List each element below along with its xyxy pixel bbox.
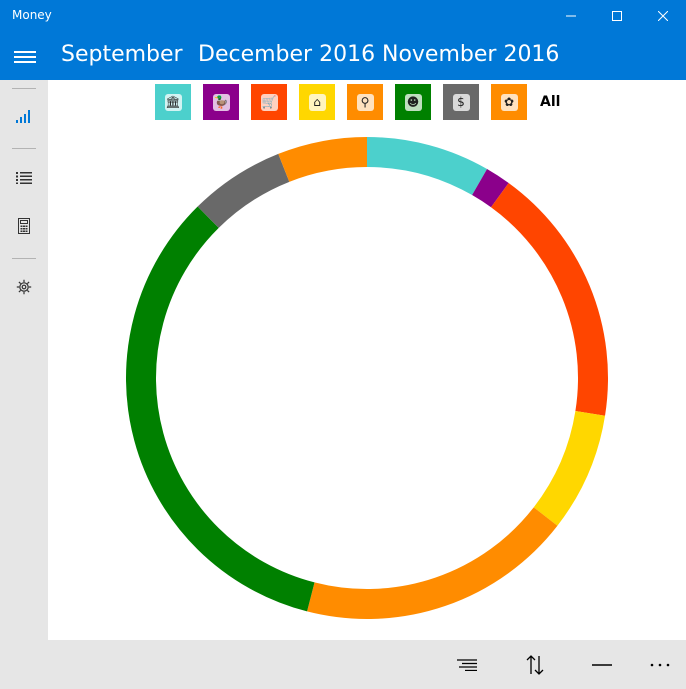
main-content (48, 80, 686, 640)
tab-period-1[interactable]: December 2016 (198, 42, 375, 67)
swap-vertical-icon (526, 654, 544, 675)
filter-moneybag[interactable]: $ (443, 84, 479, 120)
filter-bank[interactable]: 🏛 (155, 84, 191, 120)
gear-icon (16, 279, 32, 295)
sort-button[interactable] (443, 640, 491, 689)
command-bar (0, 640, 686, 689)
more-button[interactable] (636, 640, 684, 689)
sidebar-divider (12, 258, 36, 259)
duck-icon: 🦆 (212, 93, 230, 111)
period-header: September December 2016 November 2016 (0, 32, 686, 80)
more-icon (650, 663, 670, 666)
chart-icon (16, 110, 30, 123)
house-icon: ⌂ (308, 93, 326, 111)
moneybag-icon: $ (452, 93, 470, 111)
maximize-icon (612, 11, 622, 21)
sidebar-item-list[interactable] (0, 160, 48, 196)
hamburger-menu-button[interactable] (14, 51, 36, 64)
remove-button[interactable] (578, 640, 626, 689)
tab-period-2[interactable]: November 2016 (382, 42, 559, 67)
donut-slice-magnifier[interactable] (307, 507, 558, 619)
donut-slice-alien[interactable] (126, 206, 315, 612)
close-icon (658, 11, 668, 21)
alien-icon: ☻ (404, 93, 422, 111)
hamburger-icon (14, 51, 36, 53)
calculator-icon (18, 218, 30, 234)
filter-flower[interactable]: ✿ (491, 84, 527, 120)
sidebar-item-calculator[interactable] (0, 208, 48, 244)
filter-cart[interactable]: 🛒 (251, 84, 287, 120)
app-title: Money (12, 8, 52, 22)
minus-icon (592, 663, 612, 666)
donut-slice-bank[interactable] (366, 137, 488, 196)
donut-slice-cart[interactable] (490, 183, 608, 416)
sidebar-divider (12, 88, 36, 89)
sidebar-item-settings[interactable] (0, 269, 48, 305)
donut-slice-moneybag[interactable] (197, 153, 290, 229)
filter-magnifier[interactable]: ⚲ (347, 84, 383, 120)
sidebar-item-chart[interactable] (0, 98, 48, 134)
swap-button[interactable] (511, 640, 559, 689)
maximize-button[interactable] (594, 0, 640, 32)
magnifier-icon: ⚲ (356, 93, 374, 111)
flower-icon: ✿ (500, 93, 518, 111)
minimize-button[interactable] (548, 0, 594, 32)
cart-icon: 🛒 (260, 93, 278, 111)
close-button[interactable] (640, 0, 686, 32)
bank-icon: 🏛 (164, 93, 182, 111)
tab-period-0[interactable]: September (61, 42, 183, 67)
title-bar: Money (0, 0, 686, 32)
minimize-icon (566, 15, 576, 17)
donut-slice-flower[interactable] (278, 137, 368, 182)
filter-house[interactable]: ⌂ (299, 84, 335, 120)
sort-lines-icon (457, 658, 477, 671)
filter-alien[interactable]: ☻ (395, 84, 431, 120)
donut-slice-duck[interactable] (471, 169, 509, 208)
category-donut-chart (126, 137, 608, 619)
filter-all[interactable]: All (540, 94, 560, 110)
donut-slice-house[interactable] (533, 410, 606, 526)
filter-duck[interactable]: 🦆 (203, 84, 239, 120)
sidebar (0, 80, 48, 640)
list-icon (16, 172, 32, 184)
sidebar-divider (12, 148, 36, 149)
